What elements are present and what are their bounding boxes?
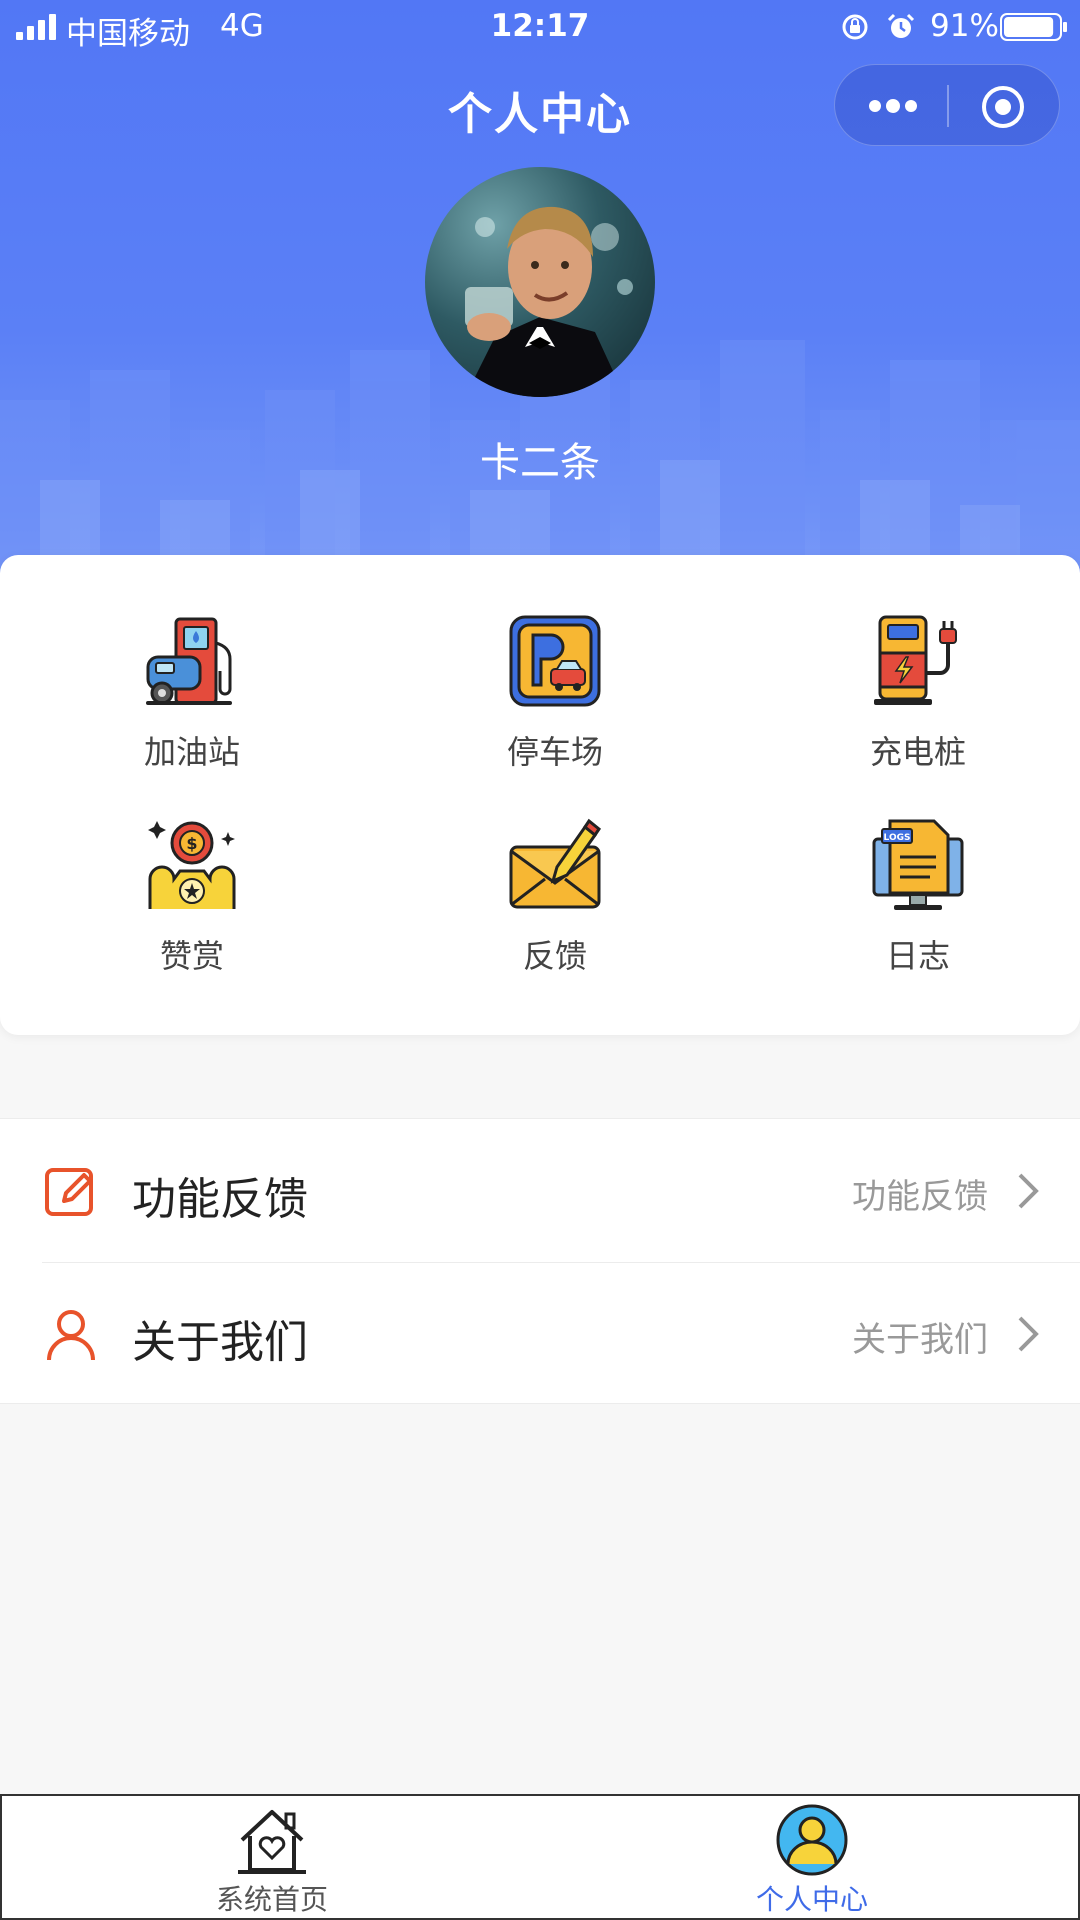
edit-icon: [45, 1168, 93, 1216]
home-heart-icon: [238, 1810, 306, 1874]
tab-label: 个人中心: [755, 1883, 868, 1916]
clock: 12:17: [490, 8, 590, 44]
menu-item-title: 关于我们: [132, 1317, 308, 1368]
tab-home[interactable]: 系统首页: [2, 1796, 542, 1920]
tab-profile[interactable]: 个人中心: [542, 1796, 1080, 1920]
grid-item-parking[interactable]: 停车场: [435, 613, 675, 793]
feedback-mail-icon: [509, 818, 602, 909]
grid-item-charging-pile[interactable]: 充电桩: [798, 613, 1038, 793]
mini-program-capsule: [834, 64, 1060, 146]
menu-item-value: 功能反馈: [852, 1177, 988, 1217]
menu-item-value: 关于我们: [852, 1320, 988, 1360]
username: 卡二条: [480, 440, 600, 486]
tab-bar: 系统首页 个人中心: [0, 1794, 1080, 1920]
grid-label: 反馈: [522, 937, 587, 975]
battery-icon: [1000, 13, 1067, 41]
logs-icon: LOGS: [872, 819, 964, 910]
alarm-icon: [887, 13, 915, 38]
parking-icon: [509, 615, 601, 707]
tab-label: 系统首页: [215, 1883, 328, 1916]
reward-icon: $: [148, 821, 236, 909]
grid-item-feedback[interactable]: 反馈: [435, 817, 675, 997]
user-icon: [47, 1310, 95, 1361]
charging-pile-icon: [874, 615, 957, 705]
svg-text:$: $: [186, 834, 197, 853]
status-bar: 中国移动 4G 12:17 91%: [0, 0, 1080, 54]
target-close-icon[interactable]: [979, 83, 1027, 131]
menu-item-about-us[interactable]: 关于我们 关于我们: [0, 1262, 1080, 1405]
chevron-right-icon: [1018, 1316, 1039, 1352]
menu-item-feature-feedback[interactable]: 功能反馈 功能反馈: [0, 1119, 1080, 1263]
user-avatar-photo: [465, 206, 633, 397]
chevron-right-icon: [1018, 1173, 1039, 1209]
gas-station-icon: [146, 617, 232, 705]
menu-item-title: 功能反馈: [132, 1174, 308, 1225]
grid-label: 赞赏: [159, 937, 224, 975]
profile-header: 中国移动 4G 12:17 91% 个人中心 卡二条: [0, 0, 1080, 600]
settings-menu: 功能反馈 功能反馈 关于我们 关于我们: [0, 1118, 1080, 1404]
capsule-divider: [947, 85, 949, 127]
grid-label: 充电桩: [869, 733, 966, 771]
grid-item-reward[interactable]: $ 赞赏: [72, 817, 312, 997]
avatar[interactable]: [425, 167, 655, 397]
grid-label: 停车场: [506, 733, 603, 771]
grid-label: 日志: [885, 937, 950, 975]
grid-item-logs[interactable]: LOGS 日志: [798, 817, 1038, 997]
svg-text:LOGS: LOGS: [884, 833, 911, 843]
battery-percent: 91%: [930, 8, 999, 44]
rotation-lock-icon: [842, 14, 868, 40]
grid-label: 加油站: [143, 733, 240, 771]
grid-item-gas-station[interactable]: 加油站: [72, 613, 312, 793]
profile-icon: [776, 1804, 848, 1876]
more-dots-icon[interactable]: [867, 85, 919, 127]
feature-grid: 加油站 停车场 充电桩 $ 赞赏 反馈 LOGS 日志: [0, 555, 1080, 1035]
